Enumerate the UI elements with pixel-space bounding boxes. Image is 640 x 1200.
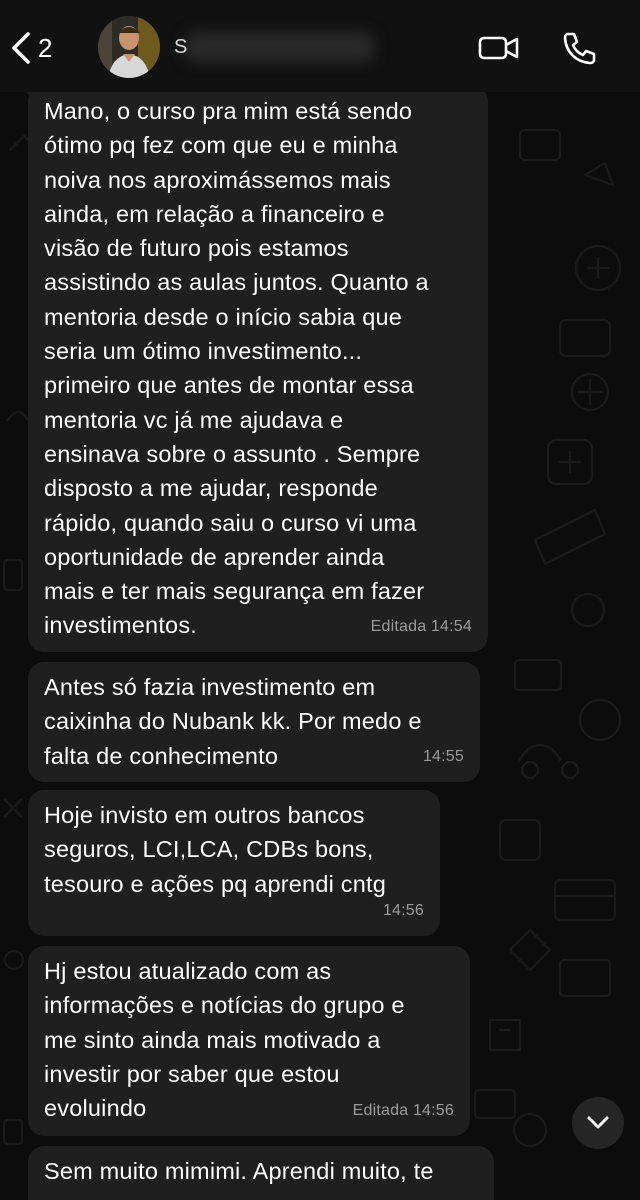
chat-header: 2 S — [0, 0, 640, 92]
scroll-to-bottom-button[interactable] — [572, 1097, 624, 1149]
chevron-left-icon — [12, 32, 30, 64]
video-call-button[interactable] — [478, 28, 520, 68]
back-button[interactable]: 2 — [10, 28, 52, 68]
voice-call-button[interactable] — [558, 28, 600, 68]
message-bubble[interactable]: Mano, o curso pra mim está sendo ótimo p… — [20, 86, 488, 652]
video-camera-icon — [478, 36, 519, 60]
contact-name[interactable]: S — [174, 36, 187, 59]
message-bubble[interactable]: Sem muito mimimi. Aprendi muito, te — [28, 1146, 494, 1200]
message-timestamp: 14:55 — [422, 747, 464, 765]
chat-screen: 2 S Mano, o curso pra mim está sendo óti… — [0, 0, 640, 1200]
message-text: Sem muito mimimi. Aprendi muito, te — [44, 1158, 434, 1184]
phone-icon — [563, 32, 596, 65]
avatar-image — [98, 16, 160, 78]
message-timestamp: Editada 14:56 — [352, 1101, 454, 1119]
contact-name-redaction — [184, 32, 374, 62]
message-bubble[interactable]: Antes só fazia investimento em caixinha … — [28, 662, 480, 782]
unread-count: 2 — [38, 32, 53, 63]
chevron-down-icon — [587, 1116, 609, 1129]
contact-avatar[interactable] — [98, 16, 160, 78]
message-text: Mano, o curso pra mim está sendo ótimo p… — [44, 98, 429, 639]
message-bubble[interactable]: Hj estou atualizado com as informações e… — [28, 946, 470, 1136]
message-bubble[interactable]: Hoje invisto em outros bancos seguros, L… — [28, 790, 440, 936]
message-timestamp: Editada 14:54 — [370, 617, 472, 635]
message-text: Hoje invisto em outros bancos seguros, L… — [44, 802, 386, 897]
message-timestamp: 14:56 — [382, 901, 424, 919]
message-text: Antes só fazia investimento em caixinha … — [44, 674, 422, 769]
